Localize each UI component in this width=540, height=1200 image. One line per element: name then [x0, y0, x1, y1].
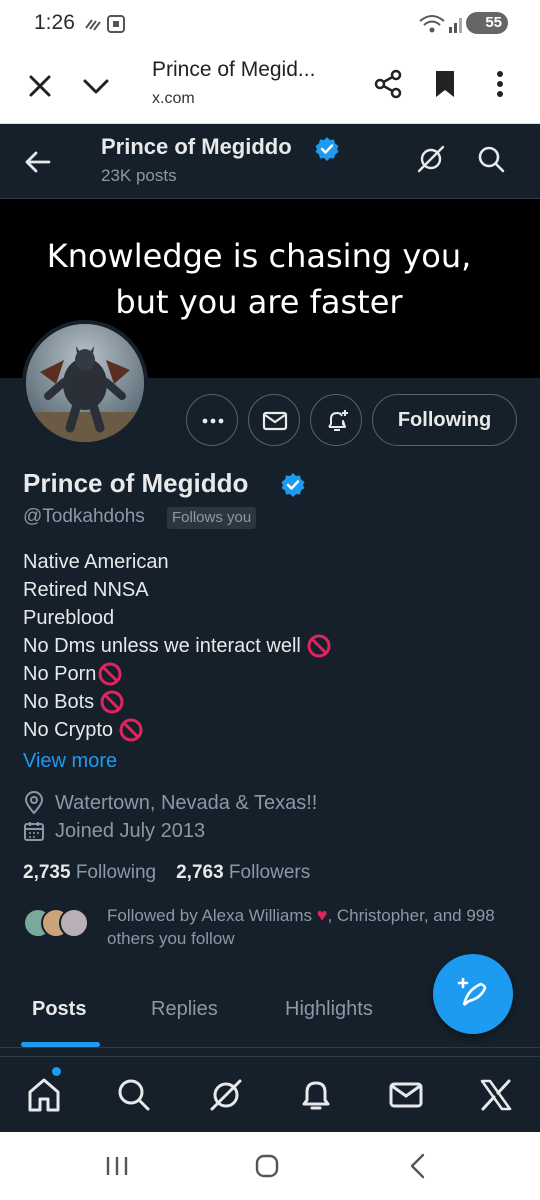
- bio-line: No Crypto: [23, 719, 114, 741]
- bottom-navigation: [0, 1056, 540, 1132]
- location-pin-icon: [24, 791, 44, 815]
- bell-icon[interactable]: [296, 1075, 336, 1115]
- grok-icon[interactable]: [206, 1075, 246, 1115]
- mail-icon[interactable]: [386, 1075, 426, 1115]
- grok-icon[interactable]: [416, 144, 446, 174]
- bio-line: Retired NNSA: [23, 579, 149, 601]
- compose-button[interactable]: [433, 954, 513, 1034]
- header-posts-count: 23K posts: [101, 166, 177, 185]
- system-navigation-bar: [0, 1132, 540, 1200]
- prohibited-icon: [98, 662, 122, 686]
- profile-avatar[interactable]: [22, 320, 148, 446]
- more-vertical-icon[interactable]: [486, 68, 514, 100]
- notify-plus-icon: [328, 410, 348, 431]
- signal-icon: [449, 18, 462, 33]
- tab-highlights[interactable]: Highlights: [285, 998, 373, 1021]
- bio-line: No Dms unless we interact well: [23, 635, 301, 657]
- search-icon[interactable]: [476, 144, 506, 174]
- search-icon[interactable]: [114, 1075, 154, 1115]
- banner-text-line2: but you are faster: [115, 283, 403, 321]
- prohibited-icon: [100, 690, 124, 714]
- bio-line: No Porn: [23, 663, 97, 685]
- verified-badge-icon[interactable]: [280, 472, 306, 498]
- following-count: 2,735: [23, 862, 71, 883]
- bio-line: No Bots: [23, 691, 95, 713]
- status-time: 1:26: [34, 11, 75, 34]
- prohibited-icon: [119, 718, 143, 742]
- tab-posts[interactable]: Posts: [32, 998, 86, 1021]
- profile-bio: Native American Retired NNSA Pureblood N…: [23, 548, 331, 744]
- avatar-werewolf-image: [26, 324, 144, 442]
- share-icon[interactable]: [372, 68, 404, 100]
- compose-feather-icon: [457, 977, 487, 1007]
- notifications-subscribe-button[interactable]: [310, 394, 362, 446]
- follow-counts: 2,735 Following 2,763 Followers: [23, 862, 310, 884]
- close-icon[interactable]: [24, 70, 56, 102]
- battery-level: 55: [485, 14, 502, 31]
- back-arrow-icon[interactable]: [22, 146, 54, 178]
- profile-joined: Joined July 2013: [23, 818, 205, 844]
- joined-text: Joined July 2013: [55, 819, 206, 842]
- active-tab-indicator: [21, 1042, 100, 1047]
- verified-badge-icon: [315, 137, 339, 161]
- status-bar: 1:26 55: [0, 0, 540, 48]
- profile-handle: @Todkahdohs: [23, 506, 145, 527]
- followed-by-text: Followed by Alexa Williams ♥, Christophe…: [107, 904, 517, 950]
- home-icon[interactable]: [24, 1075, 64, 1115]
- banner-text-line1: Knowledge is chasing you,: [46, 237, 472, 275]
- tab-replies[interactable]: Replies: [151, 998, 218, 1021]
- following-label: Following: [75, 862, 157, 883]
- x-app: Prince of Megiddo 23K posts Knowledge is…: [0, 124, 540, 1132]
- bio-line: Native American: [23, 551, 169, 573]
- message-button[interactable]: [248, 394, 300, 446]
- followed-by-avatars: [23, 908, 93, 940]
- profile-location: Watertown, Nevada & Texas!!: [23, 790, 317, 816]
- more-icon: [202, 418, 224, 424]
- back-icon[interactable]: [406, 1152, 430, 1180]
- heart-icon: ♥: [316, 905, 328, 925]
- followers-count: 2,763: [176, 862, 224, 883]
- location-text: Watertown, Nevada & Texas!!: [55, 791, 318, 814]
- home-button-icon[interactable]: [254, 1153, 280, 1179]
- status-notification-icons: [85, 15, 125, 33]
- profile-name: Prince of Megiddo: [23, 468, 249, 498]
- following-button[interactable]: Following: [372, 394, 517, 446]
- browser-page-title: Prince of Megid...: [152, 58, 316, 81]
- followed-by-text-start: Followed by Alexa Williams: [107, 906, 313, 925]
- battery-indicator: 55: [466, 12, 508, 34]
- followed-by-row[interactable]: Followed by Alexa Williams ♥, Christophe…: [23, 904, 523, 952]
- mail-icon: [262, 411, 288, 431]
- x-logo-icon[interactable]: [476, 1075, 516, 1115]
- followers-count-link[interactable]: 2,763 Followers: [176, 862, 310, 883]
- more-options-button[interactable]: [186, 394, 238, 446]
- view-more-link[interactable]: View more: [23, 750, 117, 773]
- prohibited-icon: [307, 634, 331, 658]
- bio-line: Pureblood: [23, 607, 115, 629]
- header-name: Prince of Megiddo: [101, 134, 292, 159]
- follows-you-badge: Follows you: [167, 507, 257, 529]
- calendar-icon: [24, 822, 44, 841]
- status-right: 55: [418, 12, 508, 36]
- wifi-icon: [419, 15, 445, 33]
- profile-top-bar: Prince of Megiddo 23K posts: [0, 124, 540, 198]
- browser-toolbar: Prince of Megid... x.com: [0, 48, 540, 124]
- bookmark-icon[interactable]: [430, 68, 460, 100]
- recents-icon[interactable]: [104, 1154, 130, 1178]
- home-notification-dot: [52, 1067, 61, 1076]
- browser-url: x.com: [152, 90, 195, 107]
- avatar: [59, 908, 89, 938]
- followers-label: Followers: [228, 862, 311, 883]
- following-count-link[interactable]: 2,735 Following: [23, 862, 156, 883]
- chevron-down-icon[interactable]: [80, 70, 112, 102]
